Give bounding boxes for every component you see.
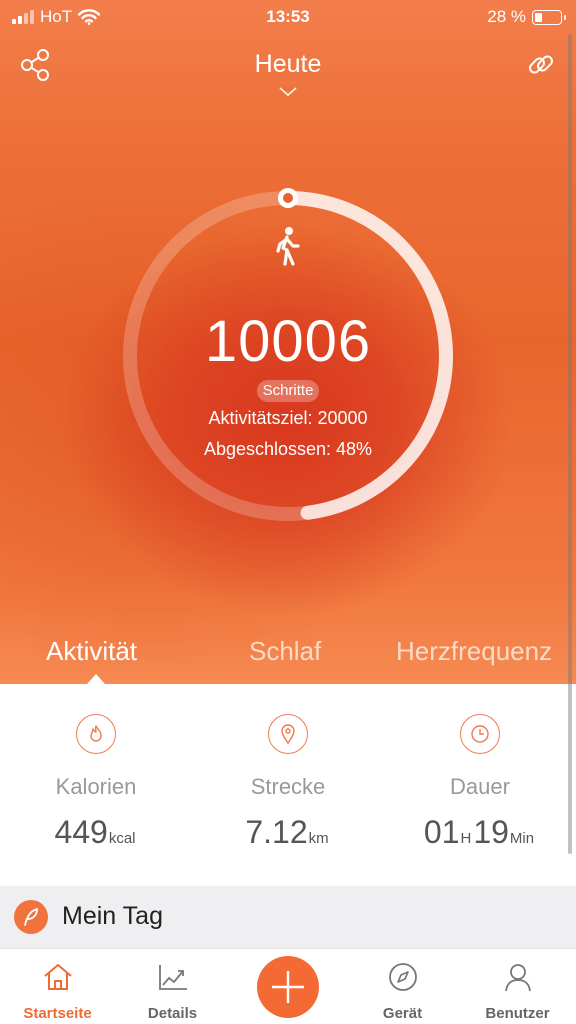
status-bar: HoT 13:53 28 % bbox=[0, 0, 576, 34]
battery-percent: 28 % bbox=[487, 7, 526, 26]
location-pin-icon bbox=[268, 714, 308, 754]
stat-value: 01H19Min bbox=[423, 814, 535, 850]
stat-value: 7.12km bbox=[245, 814, 329, 850]
stat-label: Dauer bbox=[450, 774, 510, 799]
page-title[interactable]: Heute bbox=[0, 50, 576, 79]
battery-icon bbox=[532, 9, 566, 25]
stats-panel: Kalorien 449kcal Strecke 7.12km Dauer 01… bbox=[0, 684, 576, 886]
tab-bar-label: Details bbox=[147, 1005, 198, 1022]
tab-bar-device[interactable]: Gerät bbox=[345, 949, 460, 1024]
stat-value: 449kcal bbox=[54, 814, 136, 850]
tab-bar-label: Benutzer bbox=[485, 1005, 550, 1022]
active-tab-indicator bbox=[87, 674, 105, 684]
tab-bar-label: Startseite bbox=[23, 1005, 92, 1022]
completion-percent: Abgeschlossen: 48% bbox=[203, 439, 373, 459]
steps-unit-badge: Schritte bbox=[257, 380, 319, 402]
plus-icon bbox=[272, 971, 304, 1003]
hero-panel: HoT 13:53 28 % Heute 10006 Schritte Akti… bbox=[0, 0, 576, 684]
clock-icon bbox=[460, 714, 500, 754]
tab-bar-user[interactable]: Benutzer bbox=[460, 949, 575, 1024]
tab-activity[interactable]: Aktivität bbox=[46, 636, 137, 667]
compass-icon bbox=[389, 963, 417, 991]
tab-bar-label: Gerät bbox=[382, 1005, 423, 1022]
add-button[interactable] bbox=[257, 956, 319, 1018]
tab-bar-home[interactable]: Startseite bbox=[0, 949, 115, 1024]
chart-icon bbox=[159, 965, 187, 990]
stat-label: Kalorien bbox=[55, 774, 137, 799]
tab-sleep[interactable]: Schlaf bbox=[249, 636, 321, 667]
tab-bar-details[interactable]: Details bbox=[115, 949, 230, 1024]
flame-icon bbox=[76, 714, 116, 754]
tab-heart-rate[interactable]: Herzfrequenz bbox=[396, 636, 552, 667]
chevron-down-icon[interactable] bbox=[278, 86, 298, 98]
stat-label: Strecke bbox=[250, 774, 326, 799]
my-day-label[interactable]: Mein Tag bbox=[62, 902, 163, 931]
user-icon bbox=[505, 964, 531, 992]
steps-count: 10006 bbox=[204, 309, 372, 374]
scrollbar[interactable] bbox=[568, 34, 572, 854]
home-icon bbox=[44, 964, 72, 990]
walking-person-icon bbox=[276, 227, 300, 266]
activity-goal: Aktivitätsziel: 20000 bbox=[208, 408, 368, 428]
link-icon[interactable] bbox=[526, 48, 556, 82]
quill-icon bbox=[14, 900, 48, 934]
